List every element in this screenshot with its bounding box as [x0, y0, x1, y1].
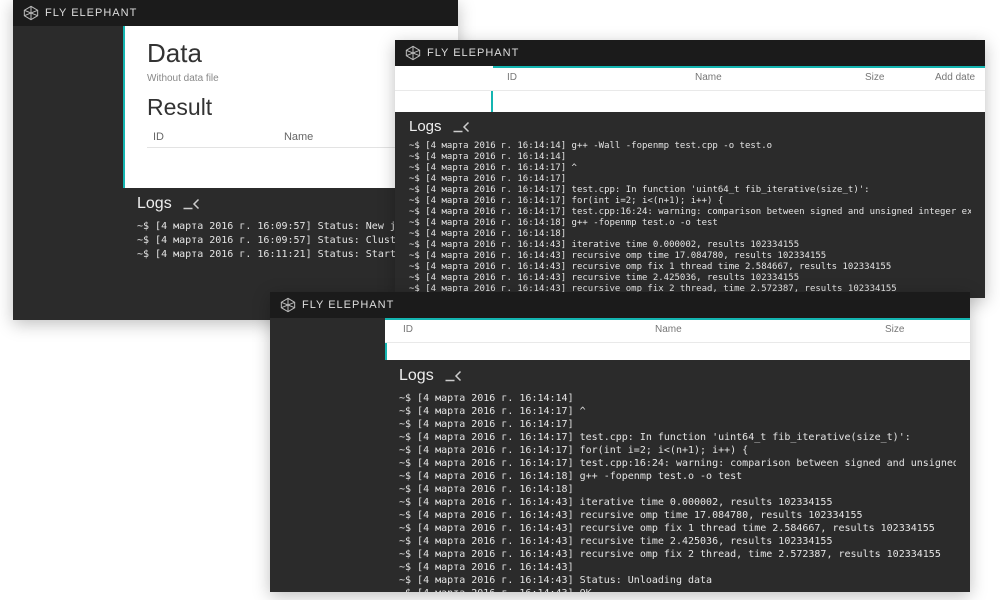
brand-text: FLY ELEPHANT [45, 7, 137, 19]
log-line: ~$ [4 марта 2016 г. 16:14:43] iterative … [409, 240, 971, 251]
log-line: ~$ [4 марта 2016 г. 16:14:43] recursive … [399, 509, 956, 522]
logs-title: Logs [409, 118, 442, 135]
log-line: ~$ [4 марта 2016 г. 16:14:17] test.cpp:1… [399, 457, 956, 470]
log-line: ~$ [4 марта 2016 г. 16:14:17] test.cpp:1… [409, 207, 971, 218]
log-line: ~$ [4 марта 2016 г. 16:14:43] iterative … [399, 496, 956, 509]
logo-icon [405, 45, 421, 61]
col-id[interactable]: ID [147, 127, 278, 148]
col-size[interactable]: Size [865, 72, 884, 83]
log-line: ~$ [4 марта 2016 г. 16:14:17] test.cpp: … [409, 185, 971, 196]
log-line: ~$ [4 марта 2016 г. 16:14:18] g++ -fopen… [399, 470, 956, 483]
collapse-icon[interactable] [452, 121, 470, 133]
sidebar [13, 26, 123, 320]
logs-body[interactable]: ~$ [4 марта 2016 г. 16:14:14]~$ [4 марта… [385, 392, 970, 592]
window-job-setup: FLY ELEPHANT Data Without data file Resu… [13, 0, 458, 320]
log-line: ~$ [4 марта 2016 г. 16:14:18] [399, 483, 956, 496]
window-logs-wide: FLY ELEPHANT ID Name Size Add date Logs [395, 40, 985, 298]
brand: FLY ELEPHANT [405, 45, 519, 61]
collapse-icon[interactable] [444, 370, 462, 382]
log-line: ~$ [4 марта 2016 г. 16:14:43] recursive … [399, 522, 956, 535]
log-line: ~$ [4 марта 2016 г. 16:14:43] [399, 561, 956, 574]
logs-panel: Logs ~$ [4 марта 2016 г. 16:14:14] g++ -… [395, 112, 985, 298]
log-line: ~$ [4 марта 2016 г. 16:14:14] [409, 152, 971, 163]
topbar: FLY ELEPHANT [270, 292, 970, 318]
log-line: ~$ [4 марта 2016 г. 16:14:14] [399, 392, 956, 405]
logo-icon [280, 297, 296, 313]
log-line: ~$ [4 марта 2016 г. 16:14:43] recursive … [409, 273, 971, 284]
log-line: ~$ [4 марта 2016 г. 16:14:43] recursive … [399, 535, 956, 548]
sidebar [270, 318, 385, 592]
accent-top [493, 66, 985, 68]
topbar: FLY ELEPHANT [13, 0, 458, 26]
log-line: ~$ [4 марта 2016 г. 16:14:17] [399, 418, 956, 431]
log-line: ~$ [4 марта 2016 г. 16:14:17] for(int i=… [409, 196, 971, 207]
log-line: ~$ [4 марта 2016 г. 16:14:17] ^ [399, 405, 956, 418]
log-line: ~$ [4 марта 2016 г. 16:14:17] [409, 174, 971, 185]
log-line: ~$ [4 марта 2016 г. 16:14:17] test.cpp: … [399, 431, 956, 444]
log-line: ~$ [4 марта 2016 г. 16:14:14] g++ -Wall … [409, 141, 971, 152]
log-line: ~$ [4 марта 2016 г. 16:14:43] Status: Un… [399, 574, 956, 587]
logs-header[interactable]: Logs [395, 112, 985, 141]
logs-panel: Logs ~$ [4 марта 2016 г. 16:14:14]~$ [4 … [385, 360, 970, 592]
log-line: ~$ [4 марта 2016 г. 16:14:43] recursive … [409, 262, 971, 273]
log-line: ~$ [4 марта 2016 г. 16:14:43] recursive … [409, 251, 971, 262]
brand-text: FLY ELEPHANT [302, 299, 394, 311]
col-name[interactable]: Name [695, 72, 722, 83]
col-name[interactable]: Name [655, 324, 682, 335]
log-line: ~$ [4 марта 2016 г. 16:14:43] OK [399, 587, 956, 592]
logs-title: Logs [399, 367, 434, 385]
table-header-row: ID Name Size [385, 318, 970, 343]
logo-icon [23, 5, 39, 21]
logs-header[interactable]: Logs [385, 360, 970, 392]
collapse-icon[interactable] [182, 198, 200, 210]
brand: FLY ELEPHANT [23, 5, 137, 21]
col-size[interactable]: Size [885, 324, 904, 335]
log-line: ~$ [4 марта 2016 г. 16:14:17] ^ [409, 163, 971, 174]
accent-top [385, 318, 970, 320]
brand: FLY ELEPHANT [280, 297, 394, 313]
col-add-date[interactable]: Add date [935, 72, 975, 83]
log-line: ~$ [4 марта 2016 г. 16:14:43] recursive … [399, 548, 956, 561]
log-line: ~$ [4 марта 2016 г. 16:14:18] g++ -fopen… [409, 218, 971, 229]
col-id[interactable]: ID [403, 324, 413, 335]
topbar: FLY ELEPHANT [395, 40, 985, 66]
log-line: ~$ [4 марта 2016 г. 16:14:18] [409, 229, 971, 240]
col-id[interactable]: ID [507, 72, 517, 83]
log-line: ~$ [4 марта 2016 г. 16:14:17] for(int i=… [399, 444, 956, 457]
logs-title: Logs [137, 195, 172, 213]
brand-text: FLY ELEPHANT [427, 47, 519, 59]
window-logs-tall: FLY ELEPHANT ID Name Size Logs [270, 292, 970, 592]
logs-body[interactable]: ~$ [4 марта 2016 г. 16:14:14] g++ -Wall … [395, 141, 985, 298]
table-header-row: ID Name Size Add date [395, 66, 985, 91]
